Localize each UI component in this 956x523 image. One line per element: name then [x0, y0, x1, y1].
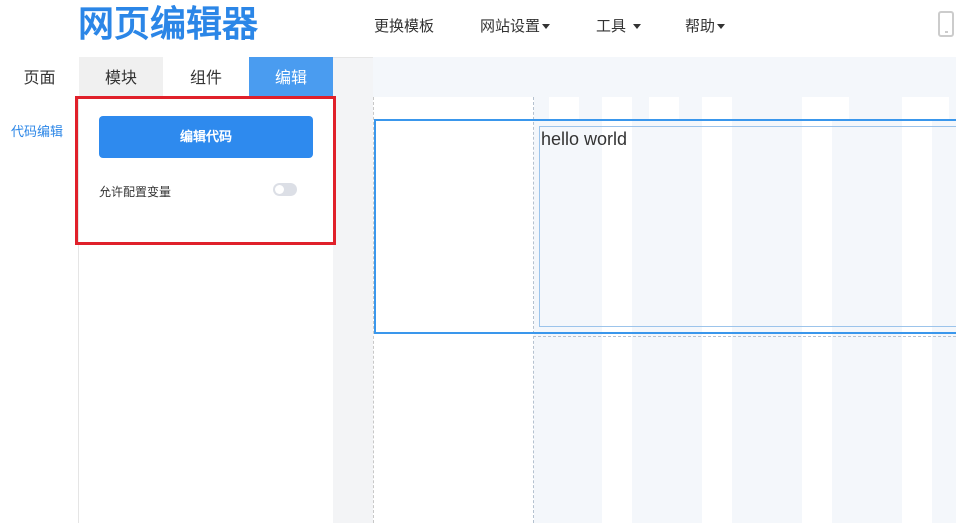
nav-change-template[interactable]: 更换模板 [374, 15, 434, 37]
text-component[interactable]: hello world [539, 126, 956, 327]
sidebar-item-code-edit[interactable]: 代码编辑 [11, 121, 63, 140]
nav-label: 帮助 [685, 17, 716, 35]
toggle-label: 允许配置变量 [99, 185, 172, 199]
caret-down-icon [542, 24, 551, 29]
nav-label: 更换模板 [374, 17, 435, 35]
text-content: hello world [541, 129, 628, 149]
panel-tabs: 页面 模块 组件 编辑 [0, 57, 333, 103]
nav-site-settings[interactable]: 网站设置 [480, 15, 551, 37]
left-sidebar: 代码编辑 [0, 99, 79, 523]
grid-stripe [549, 97, 579, 119]
caret-down-icon [632, 24, 641, 29]
tab-component[interactable]: 组件 [163, 57, 249, 99]
caret-down-icon [717, 24, 726, 29]
top-header: 网页编辑器 更换模板 网站设置 工具 帮助 [0, 0, 956, 58]
edit-code-button[interactable]: 编辑代码 [99, 116, 313, 158]
nav-label: 网站设置 [480, 17, 541, 35]
grid-stripe [649, 97, 679, 119]
tab-edit[interactable]: 编辑 [249, 57, 333, 103]
nav-label: 工具 [596, 17, 627, 35]
toggle-knob [275, 185, 284, 194]
row-guide [533, 336, 956, 337]
mobile-preview-icon[interactable] [938, 11, 954, 37]
edit-panel: 编辑代码 允许配置变量 [79, 99, 333, 523]
tab-module[interactable]: 模块 [79, 57, 163, 99]
nav-tools[interactable]: 工具 [596, 15, 641, 37]
tab-page[interactable]: 页面 [0, 57, 79, 99]
allow-variables-toggle[interactable] [273, 183, 297, 196]
nav-help[interactable]: 帮助 [685, 15, 726, 37]
app-logo: 网页编辑器 [78, 4, 259, 45]
